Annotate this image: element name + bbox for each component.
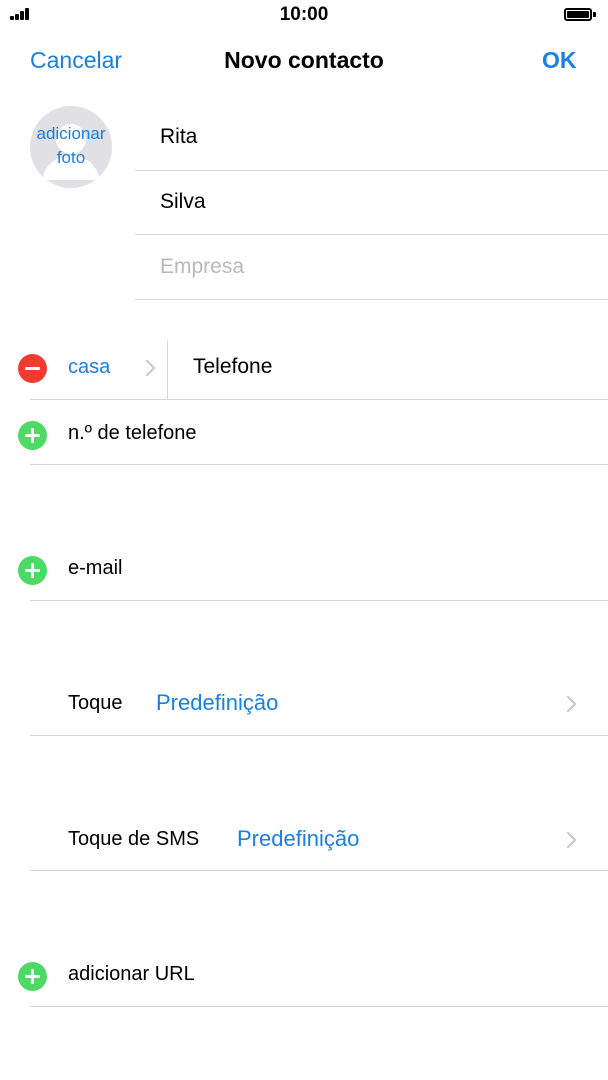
chevron-right-icon	[559, 695, 577, 713]
battery-tip	[593, 12, 596, 17]
chevron-right-icon	[138, 359, 156, 377]
add-phone-button[interactable]	[18, 421, 47, 450]
add-url-button[interactable]	[18, 962, 47, 991]
text-tone-label: Toque de SMS	[68, 828, 200, 850]
add-phone-label[interactable]: n.º de telefone	[68, 422, 197, 445]
divider	[30, 870, 608, 871]
remove-phone-button[interactable]	[18, 354, 47, 383]
divider	[30, 1006, 608, 1007]
divider	[135, 299, 608, 300]
divider	[135, 170, 608, 171]
text-tone-value: Predefinição	[237, 826, 360, 851]
ringtone-label: Toque	[68, 692, 123, 714]
add-email-label[interactable]: e-mail	[68, 557, 122, 580]
phone-label-selector[interactable]: casa	[68, 356, 110, 379]
add-photo-button[interactable]: adicionar foto	[30, 106, 112, 188]
divider	[30, 399, 608, 400]
ok-button[interactable]: OK	[542, 47, 577, 74]
divider	[30, 600, 608, 601]
company-field[interactable]: Empresa	[160, 255, 244, 279]
first-name-field[interactable]: Rita	[160, 125, 197, 149]
add-url-label[interactable]: adicionar URL	[68, 963, 195, 986]
battery-icon	[564, 8, 592, 21]
chevron-right-icon	[559, 831, 577, 849]
add-photo-label: adicionar foto	[36, 124, 106, 167]
divider	[30, 735, 608, 736]
divider	[30, 464, 608, 465]
ringtone-value: Predefinição	[156, 690, 279, 715]
add-email-button[interactable]	[18, 556, 47, 585]
phone-input[interactable]: Telefone	[193, 355, 272, 379]
status-time: 10:00	[279, 4, 329, 25]
status-bar: 10:00	[0, 0, 608, 30]
vertical-separator	[167, 340, 168, 399]
last-name-field[interactable]: Silva	[160, 190, 206, 214]
page-title: Novo contacto	[224, 47, 384, 73]
divider	[135, 234, 608, 235]
